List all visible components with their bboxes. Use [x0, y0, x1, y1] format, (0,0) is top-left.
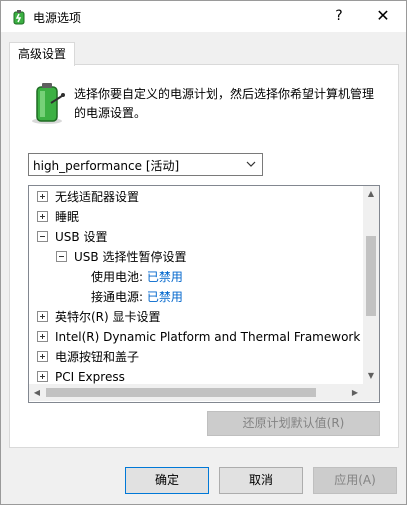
collapse-icon[interactable]	[37, 231, 48, 242]
power-options-dialog: 电源选项 ? ✕ 高级设置 选择你要自定义的电源计划，然后选择你希望计算机管理的…	[0, 0, 407, 505]
scroll-down-arrow-icon[interactable]: ▼	[363, 368, 379, 384]
setting-value-link[interactable]: 已禁用	[147, 290, 183, 304]
chevron-down-icon	[246, 161, 256, 167]
tree-item-label: USB 选择性暂停设置	[74, 250, 187, 264]
tree-item-intel-dptf[interactable]: Intel(R) Dynamic Platform and Thermal Fr…	[37, 327, 363, 347]
tree-rows: 无线适配器设置 睡眠 USB 设置 USB 选择性暂停设置 使用电池: 已禁用 …	[29, 186, 363, 384]
scroll-right-arrow-icon[interactable]: ▶	[347, 384, 363, 401]
tree-item-usb-selective-suspend[interactable]: USB 选择性暂停设置	[56, 247, 186, 267]
horizontal-scroll-thumb[interactable]	[46, 388, 316, 397]
tree-item-power-buttons-lid[interactable]: 电源按钮和盖子	[37, 347, 139, 367]
scroll-left-arrow-icon[interactable]: ◀	[29, 384, 45, 401]
tree-item-on-battery[interactable]: 使用电池: 已禁用	[91, 267, 183, 287]
advanced-settings-panel: 选择你要自定义的电源计划，然后选择你希望计算机管理的电源设置。 high_per…	[9, 64, 399, 448]
tree-item-pci-express[interactable]: PCI Express	[37, 367, 125, 384]
tab-label: 高级设置	[17, 47, 66, 61]
setting-label: 接通电源:	[91, 290, 144, 304]
tab-advanced-settings[interactable]: 高级设置	[9, 42, 75, 66]
scroll-up-arrow-icon[interactable]: ▲	[363, 186, 379, 202]
power-options-icon	[13, 10, 25, 25]
power-plan-dropdown[interactable]: high_performance [活动]	[28, 153, 263, 176]
tree-item-intel-graphics[interactable]: 英特尔(R) 显卡设置	[37, 307, 161, 327]
expand-icon[interactable]	[37, 311, 48, 322]
battery-icon	[32, 83, 65, 124]
close-button[interactable]: ✕	[369, 4, 397, 28]
tree-item-label: PCI Express	[55, 370, 125, 384]
power-settings-tree: 无线适配器设置 睡眠 USB 设置 USB 选择性暂停设置 使用电池: 已禁用 …	[28, 185, 380, 403]
restore-defaults-button[interactable]: 还原计划默认值(R)	[207, 411, 380, 436]
collapse-icon[interactable]	[56, 251, 67, 262]
apply-button[interactable]: 应用(A)	[313, 467, 397, 494]
power-plan-value: high_performance [活动]	[33, 159, 180, 173]
vertical-scroll-thumb[interactable]	[366, 236, 376, 316]
tree-item-wireless-adapter[interactable]: 无线适配器设置	[37, 187, 139, 207]
tree-item-label: 电源按钮和盖子	[55, 350, 140, 364]
ok-button[interactable]: 确定	[125, 467, 209, 494]
tree-item-sleep[interactable]: 睡眠	[37, 207, 79, 227]
help-button[interactable]: ?	[327, 4, 351, 28]
expand-icon[interactable]	[37, 211, 48, 222]
setting-value-link[interactable]: 已禁用	[147, 270, 183, 284]
cancel-button[interactable]: 取消	[219, 467, 303, 494]
title-bar: 电源选项 ? ✕	[1, 1, 406, 32]
tree-item-label: USB 设置	[55, 230, 108, 244]
expand-icon[interactable]	[37, 191, 48, 202]
expand-icon[interactable]	[37, 331, 48, 342]
tree-item-label: 无线适配器设置	[55, 190, 140, 204]
tree-item-label: 英特尔(R) 显卡设置	[55, 310, 161, 324]
tree-item-label: Intel(R) Dynamic Platform and Thermal Fr…	[55, 330, 363, 344]
setting-label: 使用电池:	[91, 270, 144, 284]
tree-item-label: 睡眠	[55, 210, 80, 224]
expand-icon[interactable]	[37, 351, 48, 362]
tree-item-plugged-in[interactable]: 接通电源: 已禁用	[91, 287, 183, 307]
tree-item-usb-settings[interactable]: USB 设置	[37, 227, 107, 247]
window-title: 电源选项	[33, 11, 82, 25]
horizontal-scrollbar[interactable]: ◀ ▶	[29, 384, 363, 401]
instruction-text: 选择你要自定义的电源计划，然后选择你希望计算机管理的电源设置。	[74, 87, 375, 120]
vertical-scrollbar[interactable]: ▲ ▼	[363, 186, 379, 384]
expand-icon[interactable]	[37, 371, 48, 382]
scrollbar-corner	[363, 384, 379, 401]
